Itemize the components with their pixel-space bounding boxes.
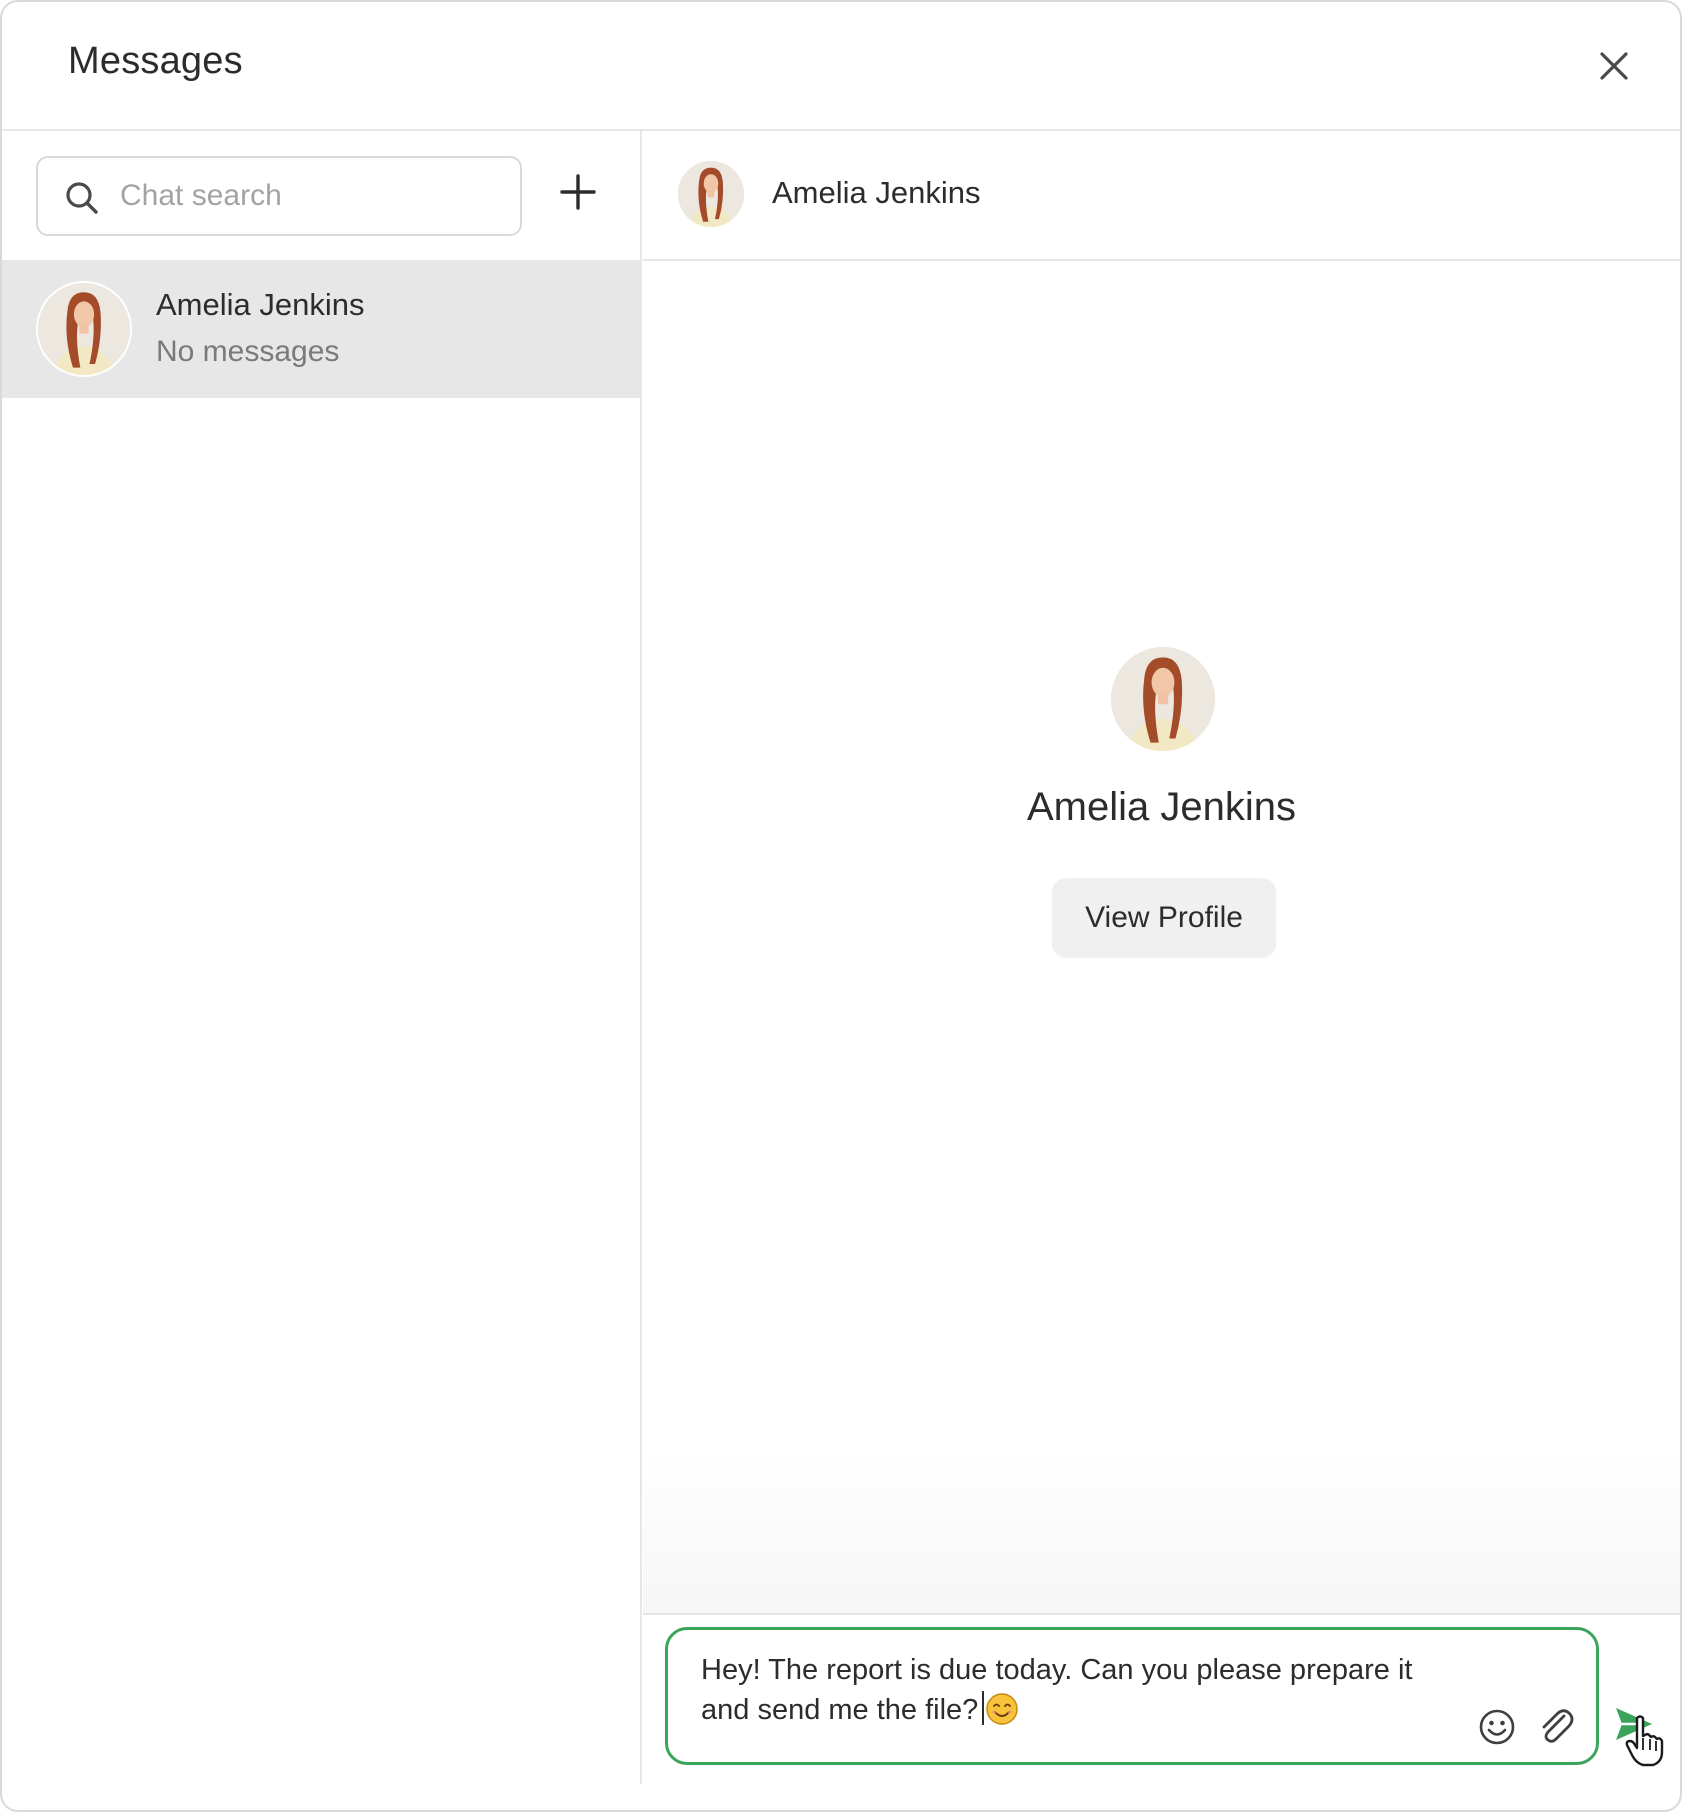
window-header: Messages [2,2,1680,131]
search-box[interactable] [36,156,522,236]
close-icon [1600,52,1628,80]
avatar-image [38,283,130,375]
message-composer: Hey! The report is due today. Can you pl… [643,1613,1680,1784]
message-text: Hey! The report is due today. Can you pl… [701,1654,1421,1726]
messages-window: Messages Chat search Amelia Jenkins No m… [0,0,1682,1812]
conversation-contact-name[interactable]: Amelia Jenkins [772,175,980,211]
profile-avatar [1109,645,1217,753]
conversation-pane: Amelia Jenkins Amelia Jenkins View Profi… [643,131,1680,1784]
emoji-icon[interactable] [1476,1706,1518,1748]
new-chat-button[interactable] [552,166,604,218]
paperclip-icon[interactable] [1534,1704,1578,1748]
conversation-body: Amelia Jenkins View Profile [643,261,1680,1613]
search-icon [66,182,98,214]
profile-name: Amelia Jenkins [1026,785,1296,829]
page-title: Messages [68,40,243,82]
smiling-face-emoji-icon [986,1693,1019,1725]
plus-icon [560,174,596,210]
chat-item-preview: No messages [156,335,340,368]
avatar-image [1111,647,1215,751]
chat-item-name: Amelia Jenkins [156,287,365,322]
avatar-image [678,161,744,227]
text-caret [982,1691,985,1725]
message-input-text[interactable]: Hey! The report is due today. Can you pl… [701,1650,1451,1730]
send-icon[interactable] [1612,1702,1656,1746]
conversation-header: Amelia Jenkins [643,131,1680,261]
chat-list-pane: Amelia Jenkins No messages [2,131,642,1784]
chat-list-item[interactable]: Amelia Jenkins No messages [2,260,640,398]
view-profile-button[interactable]: View Profile [1052,878,1276,958]
close-button[interactable] [1594,46,1634,86]
message-input[interactable]: Hey! The report is due today. Can you pl… [665,1627,1599,1765]
search-input[interactable] [118,170,508,222]
avatar [36,281,132,377]
avatar[interactable] [676,159,746,229]
